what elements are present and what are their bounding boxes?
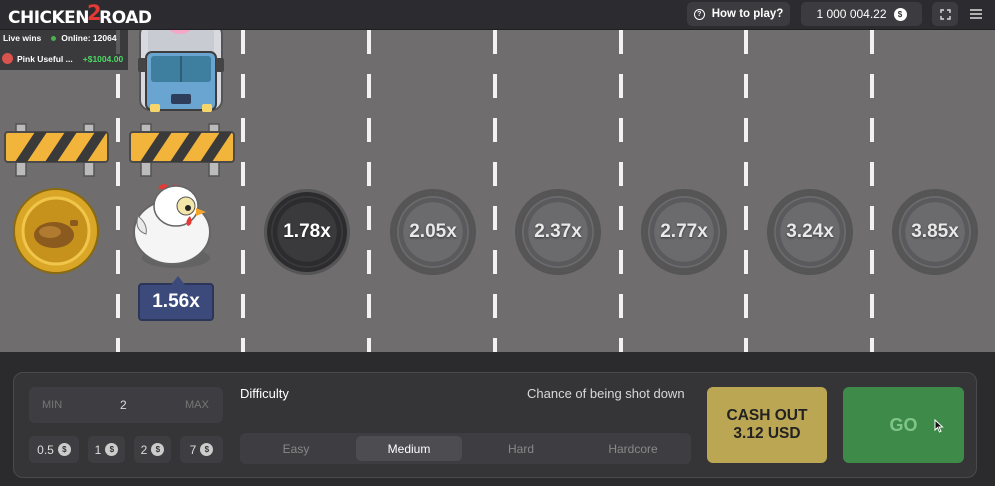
- start-coin-icon: [13, 188, 99, 274]
- difficulty-hard-tab[interactable]: Hard: [468, 436, 574, 461]
- dollar-coin-icon: $: [105, 443, 119, 456]
- fullscreen-icon: [939, 8, 951, 20]
- dollar-coin-icon: $: [57, 443, 71, 456]
- multiplier-cell: 2.77x: [641, 189, 727, 275]
- barrier-icon: [4, 123, 109, 177]
- multiplier-label: 2.37x: [534, 221, 582, 242]
- multiplier-cell[interactable]: 1.78x: [264, 189, 350, 275]
- info-icon: ?: [693, 8, 705, 20]
- quick-bet-button[interactable]: 0.5 $: [29, 436, 79, 463]
- quick-bet-label: 7: [189, 442, 197, 457]
- bet-amount-value[interactable]: 2: [120, 398, 127, 412]
- dollar-coin-icon: $: [200, 443, 214, 456]
- multiplier-label: 2.77x: [660, 221, 708, 242]
- quick-bet-button[interactable]: 2 $: [134, 436, 171, 463]
- online-dot-icon: [51, 36, 57, 41]
- multiplier-label: 3.85x: [911, 221, 959, 242]
- difficulty-selector: Easy Medium Hard Hardcore: [240, 433, 691, 464]
- game-logo: CHICKEN2ROAD: [8, 1, 152, 28]
- how-to-play-button[interactable]: ? How to play?: [687, 2, 790, 26]
- top-bar: CHICKEN2ROAD ? How to play? 1 000 004.22…: [0, 0, 995, 30]
- barrier-icon: [129, 123, 235, 177]
- difficulty-medium-tab[interactable]: Medium: [356, 436, 462, 461]
- multiplier-cell: 2.05x: [390, 189, 476, 275]
- difficulty-label: Difficulty: [240, 386, 289, 401]
- menu-button[interactable]: [966, 4, 986, 24]
- bet-amount-field[interactable]: MIN 2 MAX: [29, 387, 223, 423]
- multiplier-label: 2.05x: [409, 221, 457, 242]
- quick-bet-button[interactable]: 7 $: [180, 436, 223, 463]
- live-wins-label: Live wins: [3, 33, 42, 43]
- min-bet-button[interactable]: MIN: [42, 399, 62, 411]
- go-button[interactable]: GO: [843, 387, 964, 463]
- fullscreen-button[interactable]: [932, 2, 958, 26]
- multiplier-label: 3.24x: [786, 221, 834, 242]
- difficulty-easy-tab[interactable]: Easy: [243, 436, 349, 461]
- max-bet-button[interactable]: MAX: [185, 399, 209, 411]
- cash-out-label: CASH OUT: [726, 407, 808, 424]
- difficulty-hardcore-tab[interactable]: Hardcore: [580, 436, 686, 461]
- mouse-cursor-icon: [934, 419, 944, 433]
- player-name: Pink Useful ...: [17, 53, 73, 64]
- how-to-play-label: How to play?: [711, 8, 784, 20]
- dollar-coin-icon: $: [893, 7, 907, 21]
- quick-bet-label: 0.5: [37, 442, 54, 457]
- player-win-amount: +$1004.00: [82, 53, 124, 64]
- avatar: [2, 53, 13, 64]
- quick-bet-label: 1: [94, 442, 102, 457]
- balance-display: 1 000 004.22 $: [801, 2, 922, 26]
- multiplier-label: 1.78x: [283, 221, 331, 242]
- live-wins-panel: Live wins Online: 12064 Pink Useful ... +…: [0, 30, 128, 70]
- game-root: CHICKEN2ROAD ? How to play? 1 000 004.22…: [0, 0, 995, 486]
- online-count: Online: 12064: [61, 33, 117, 43]
- cash-out-button[interactable]: CASH OUT 3.12 USD: [707, 387, 827, 463]
- multiplier-cell: 2.37x: [515, 189, 601, 275]
- live-win-row: Pink Useful ... +$1004.00: [2, 53, 123, 64]
- chance-label: Chance of being shot down: [527, 386, 685, 401]
- quick-bet-button[interactable]: 1 $: [88, 436, 125, 463]
- current-multiplier-chip: 1.56x: [138, 276, 214, 321]
- truck-icon: [138, 30, 224, 112]
- hamburger-icon: [970, 9, 982, 19]
- dollar-coin-icon: $: [151, 443, 165, 456]
- multiplier-cell: 3.24x: [767, 189, 853, 275]
- chicken-icon: [133, 184, 211, 268]
- live-wins-header: Live wins Online: 12064: [3, 33, 117, 43]
- multiplier-cell: 3.85x: [892, 189, 978, 275]
- quick-bet-label: 2: [140, 442, 148, 457]
- cash-out-amount: 3.12 USD: [733, 425, 801, 442]
- balance-value: 1 000 004.22: [816, 7, 887, 21]
